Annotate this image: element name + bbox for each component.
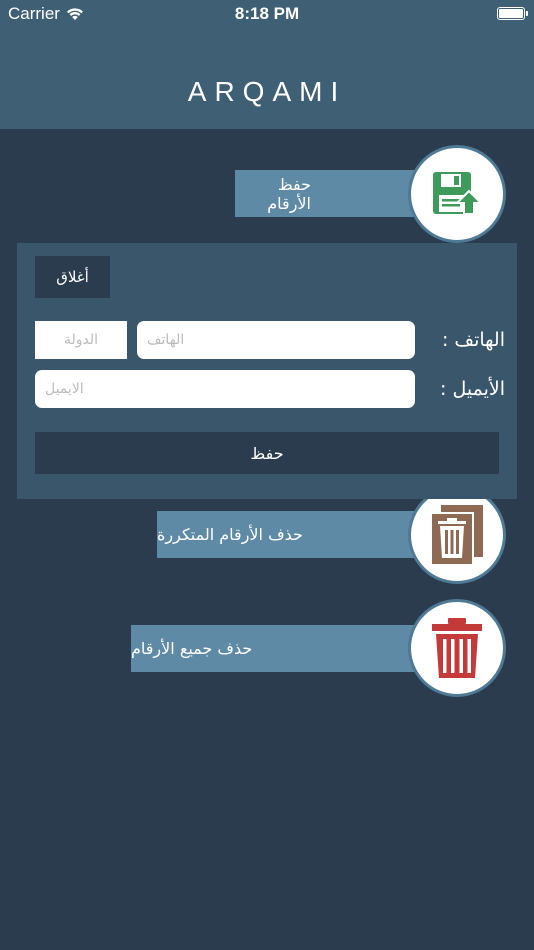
battery-icon	[497, 7, 528, 20]
save-numbers-button[interactable]: حفظ الأرقام	[235, 170, 435, 217]
duplicate-trash-icon	[430, 505, 483, 566]
phone-label: الهاتف :	[441, 329, 505, 351]
trash-icon	[432, 618, 482, 678]
delete-all-button[interactable]: حذف جميع الأرقام	[131, 625, 435, 672]
add-number-panel: أغلاق الهاتف : الأيميل : حفظ	[17, 243, 517, 499]
delete-duplicates-label: حذف الأرقام المتكررة	[157, 525, 303, 544]
status-time: 8:18 PM	[234, 4, 300, 23]
delete-duplicates-button[interactable]: حذف الأرقام المتكررة	[157, 511, 435, 558]
close-button[interactable]: أغلاق	[35, 256, 110, 298]
floppy-upload-icon	[433, 172, 483, 215]
app-title: ARQAMI	[187, 76, 347, 107]
save-numbers-label: حفظ الأرقام	[267, 174, 311, 213]
save-button[interactable]: حفظ	[35, 432, 499, 474]
phone-input[interactable]	[137, 321, 415, 359]
email-label: الأيميل :	[440, 378, 505, 400]
delete-all-icon-button[interactable]	[408, 599, 506, 697]
delete-all-label: حذف جميع الأرقام	[131, 639, 253, 658]
country-input[interactable]	[35, 321, 127, 359]
email-input[interactable]	[35, 370, 415, 408]
status-bar: Carrier 8:18 PM	[0, 0, 534, 30]
save-numbers-icon-button[interactable]	[408, 145, 506, 243]
delete-duplicates-icon-button[interactable]	[408, 486, 506, 584]
